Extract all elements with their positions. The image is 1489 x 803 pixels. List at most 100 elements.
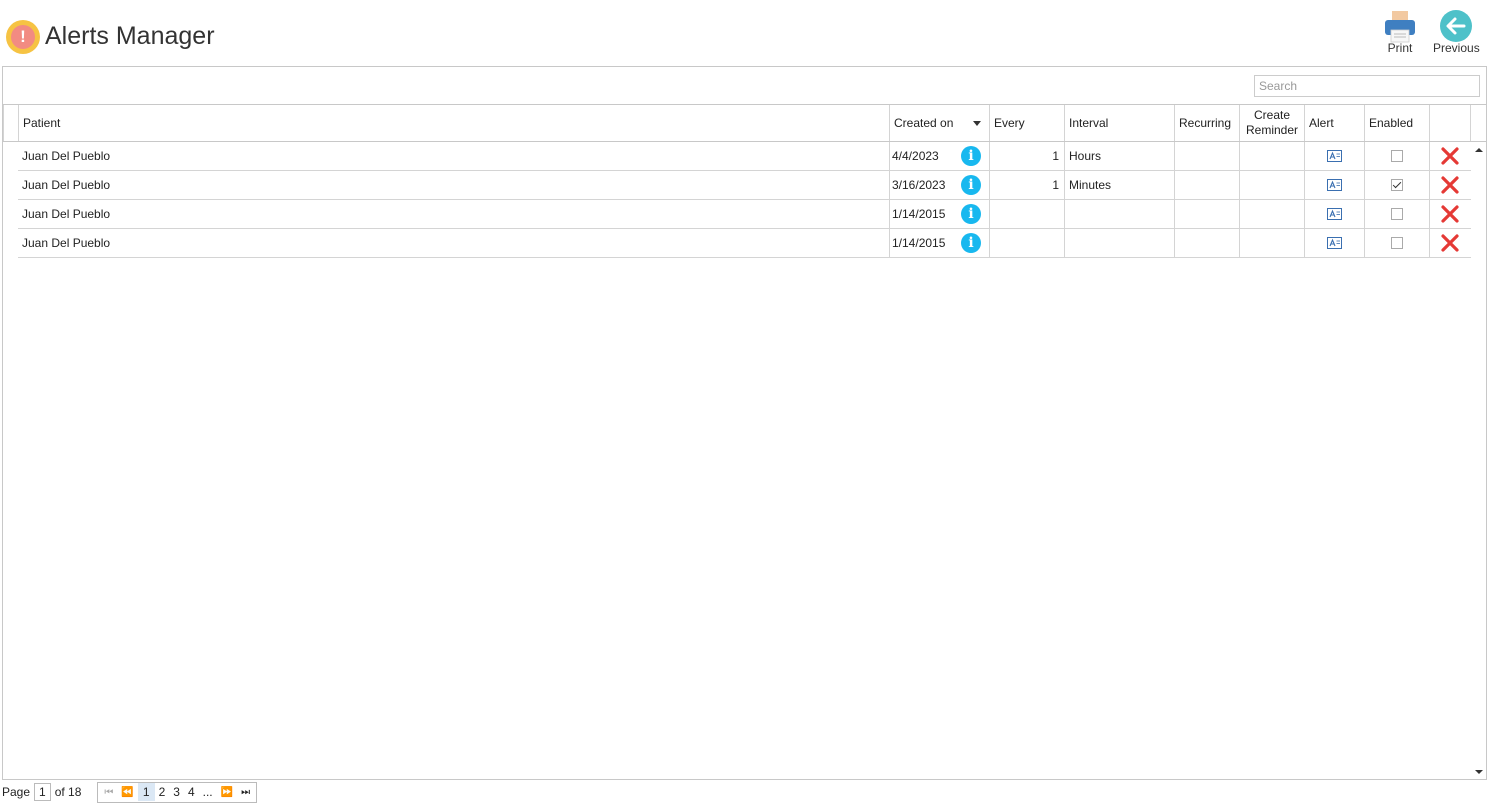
column-header-delete bbox=[1429, 105, 1470, 141]
cell-delete bbox=[1429, 142, 1470, 170]
cell-created-on[interactable]: 3/16/2023 i bbox=[889, 171, 989, 199]
cell-alert bbox=[1304, 200, 1364, 228]
cell-delete bbox=[1429, 229, 1470, 257]
alert-document-icon[interactable] bbox=[1327, 150, 1342, 162]
column-header-interval[interactable]: Interval bbox=[1064, 105, 1174, 141]
prev-page-icon[interactable]: ⏪ bbox=[117, 787, 137, 798]
cell-interval[interactable]: Minutes bbox=[1064, 171, 1174, 199]
created-on-value: 3/16/2023 bbox=[892, 178, 946, 192]
scrollbar-header bbox=[1470, 105, 1486, 141]
cell-alert bbox=[1304, 171, 1364, 199]
alert-document-icon[interactable] bbox=[1327, 208, 1342, 220]
column-header-enabled[interactable]: Enabled bbox=[1364, 105, 1429, 141]
column-header-create-reminder[interactable]: Create Reminder bbox=[1239, 105, 1304, 141]
created-on-value: 4/4/2023 bbox=[892, 149, 939, 163]
pager-page-label: Page bbox=[2, 785, 31, 799]
created-on-value: 1/14/2015 bbox=[892, 207, 946, 221]
cell-interval[interactable] bbox=[1064, 200, 1174, 228]
cell-patient[interactable]: Juan Del Pueblo bbox=[18, 229, 889, 257]
grid-header: Patient Created on Every Interval Recurr… bbox=[3, 105, 1486, 142]
column-header-alert[interactable]: Alert bbox=[1304, 105, 1364, 141]
table-row[interactable]: Juan Del Pueblo 4/4/2023 i 1 Hours bbox=[18, 142, 1471, 171]
scroll-up-button[interactable] bbox=[1473, 144, 1485, 156]
info-icon[interactable]: i bbox=[961, 204, 981, 224]
pager-total-label: of 18 bbox=[54, 785, 82, 799]
cell-every[interactable]: 1 bbox=[989, 171, 1064, 199]
cell-recurring[interactable] bbox=[1174, 229, 1239, 257]
alert-app-icon: ! bbox=[6, 20, 40, 54]
cell-create-reminder[interactable] bbox=[1239, 200, 1304, 228]
previous-label: Previous bbox=[1433, 41, 1480, 55]
cell-create-reminder[interactable] bbox=[1239, 171, 1304, 199]
close-icon[interactable] bbox=[1440, 233, 1460, 253]
cell-created-on[interactable]: 1/14/2015 i bbox=[889, 200, 989, 228]
print-button[interactable]: Print bbox=[1382, 8, 1418, 55]
arrow-left-icon bbox=[1440, 10, 1473, 42]
enabled-checkbox[interactable] bbox=[1391, 179, 1403, 191]
first-page-icon[interactable]: ⏮ bbox=[100, 787, 117, 798]
cell-patient[interactable]: Juan Del Pueblo bbox=[18, 142, 889, 170]
enabled-checkbox[interactable] bbox=[1391, 150, 1403, 162]
previous-button[interactable]: Previous bbox=[1433, 8, 1480, 55]
alert-document-icon[interactable] bbox=[1327, 179, 1342, 191]
cell-recurring[interactable] bbox=[1174, 171, 1239, 199]
page-title: Alerts Manager bbox=[45, 22, 215, 50]
cell-alert bbox=[1304, 142, 1364, 170]
cell-recurring[interactable] bbox=[1174, 142, 1239, 170]
cell-every[interactable] bbox=[989, 229, 1064, 257]
pager: Page 1 of 18 ⏮ ⏪ 1 2 3 4 ... ⏩ ⏭ bbox=[2, 781, 258, 803]
pager-page-1[interactable]: 1 bbox=[137, 783, 155, 801]
cell-enabled bbox=[1364, 171, 1429, 199]
table-row[interactable]: Juan Del Pueblo 1/14/2015 i bbox=[18, 200, 1471, 229]
cell-interval[interactable] bbox=[1064, 229, 1174, 257]
cell-enabled bbox=[1364, 229, 1429, 257]
cell-patient[interactable]: Juan Del Pueblo bbox=[18, 171, 889, 199]
cell-recurring[interactable] bbox=[1174, 200, 1239, 228]
next-page-icon[interactable]: ⏩ bbox=[217, 787, 237, 798]
sort-descending-icon bbox=[973, 121, 981, 126]
info-icon[interactable]: i bbox=[961, 146, 981, 166]
info-icon[interactable]: i bbox=[961, 233, 981, 253]
pager-page-2[interactable]: 2 bbox=[155, 785, 170, 799]
header: ! Alerts Manager Print Previous bbox=[0, 0, 1489, 66]
close-icon[interactable] bbox=[1440, 146, 1460, 166]
cell-every[interactable]: 1 bbox=[989, 142, 1064, 170]
printer-icon bbox=[1385, 11, 1415, 43]
cell-enabled bbox=[1364, 200, 1429, 228]
info-icon[interactable]: i bbox=[961, 175, 981, 195]
created-on-value: 1/14/2015 bbox=[892, 236, 946, 250]
cell-create-reminder[interactable] bbox=[1239, 142, 1304, 170]
enabled-checkbox[interactable] bbox=[1391, 208, 1403, 220]
column-header-created-on[interactable]: Created on bbox=[889, 105, 989, 141]
cell-enabled bbox=[1364, 142, 1429, 170]
pager-nav: ⏮ ⏪ 1 2 3 4 ... ⏩ ⏭ bbox=[97, 781, 258, 803]
cell-created-on[interactable]: 1/14/2015 i bbox=[889, 229, 989, 257]
scroll-down-button[interactable] bbox=[1473, 766, 1485, 778]
close-icon[interactable] bbox=[1440, 204, 1460, 224]
last-page-icon[interactable]: ⏭ bbox=[237, 787, 254, 798]
row-indicator-header bbox=[3, 105, 18, 141]
table-row[interactable]: Juan Del Pueblo 3/16/2023 i 1 Minutes bbox=[18, 171, 1471, 200]
table-row[interactable]: Juan Del Pueblo 1/14/2015 i bbox=[18, 229, 1471, 258]
cell-create-reminder[interactable] bbox=[1239, 229, 1304, 257]
pager-ellipsis[interactable]: ... bbox=[199, 785, 217, 799]
cell-alert bbox=[1304, 229, 1364, 257]
column-header-create-reminder-label: Create Reminder bbox=[1245, 108, 1299, 137]
cell-delete bbox=[1429, 200, 1470, 228]
search-input[interactable] bbox=[1254, 75, 1480, 97]
enabled-checkbox[interactable] bbox=[1391, 237, 1403, 249]
column-header-created-on-label: Created on bbox=[894, 116, 954, 130]
cell-created-on[interactable]: 4/4/2023 i bbox=[889, 142, 989, 170]
column-header-patient[interactable]: Patient bbox=[18, 105, 889, 141]
cell-every[interactable] bbox=[989, 200, 1064, 228]
column-header-every[interactable]: Every bbox=[989, 105, 1064, 141]
pager-page-input[interactable]: 1 bbox=[34, 783, 51, 801]
pager-page-3[interactable]: 3 bbox=[169, 785, 184, 799]
cell-interval[interactable]: Hours bbox=[1064, 142, 1174, 170]
close-icon[interactable] bbox=[1440, 175, 1460, 195]
column-header-recurring[interactable]: Recurring bbox=[1174, 105, 1239, 141]
alert-document-icon[interactable] bbox=[1327, 237, 1342, 249]
pager-page-4[interactable]: 4 bbox=[184, 785, 199, 799]
cell-delete bbox=[1429, 171, 1470, 199]
cell-patient[interactable]: Juan Del Pueblo bbox=[18, 200, 889, 228]
